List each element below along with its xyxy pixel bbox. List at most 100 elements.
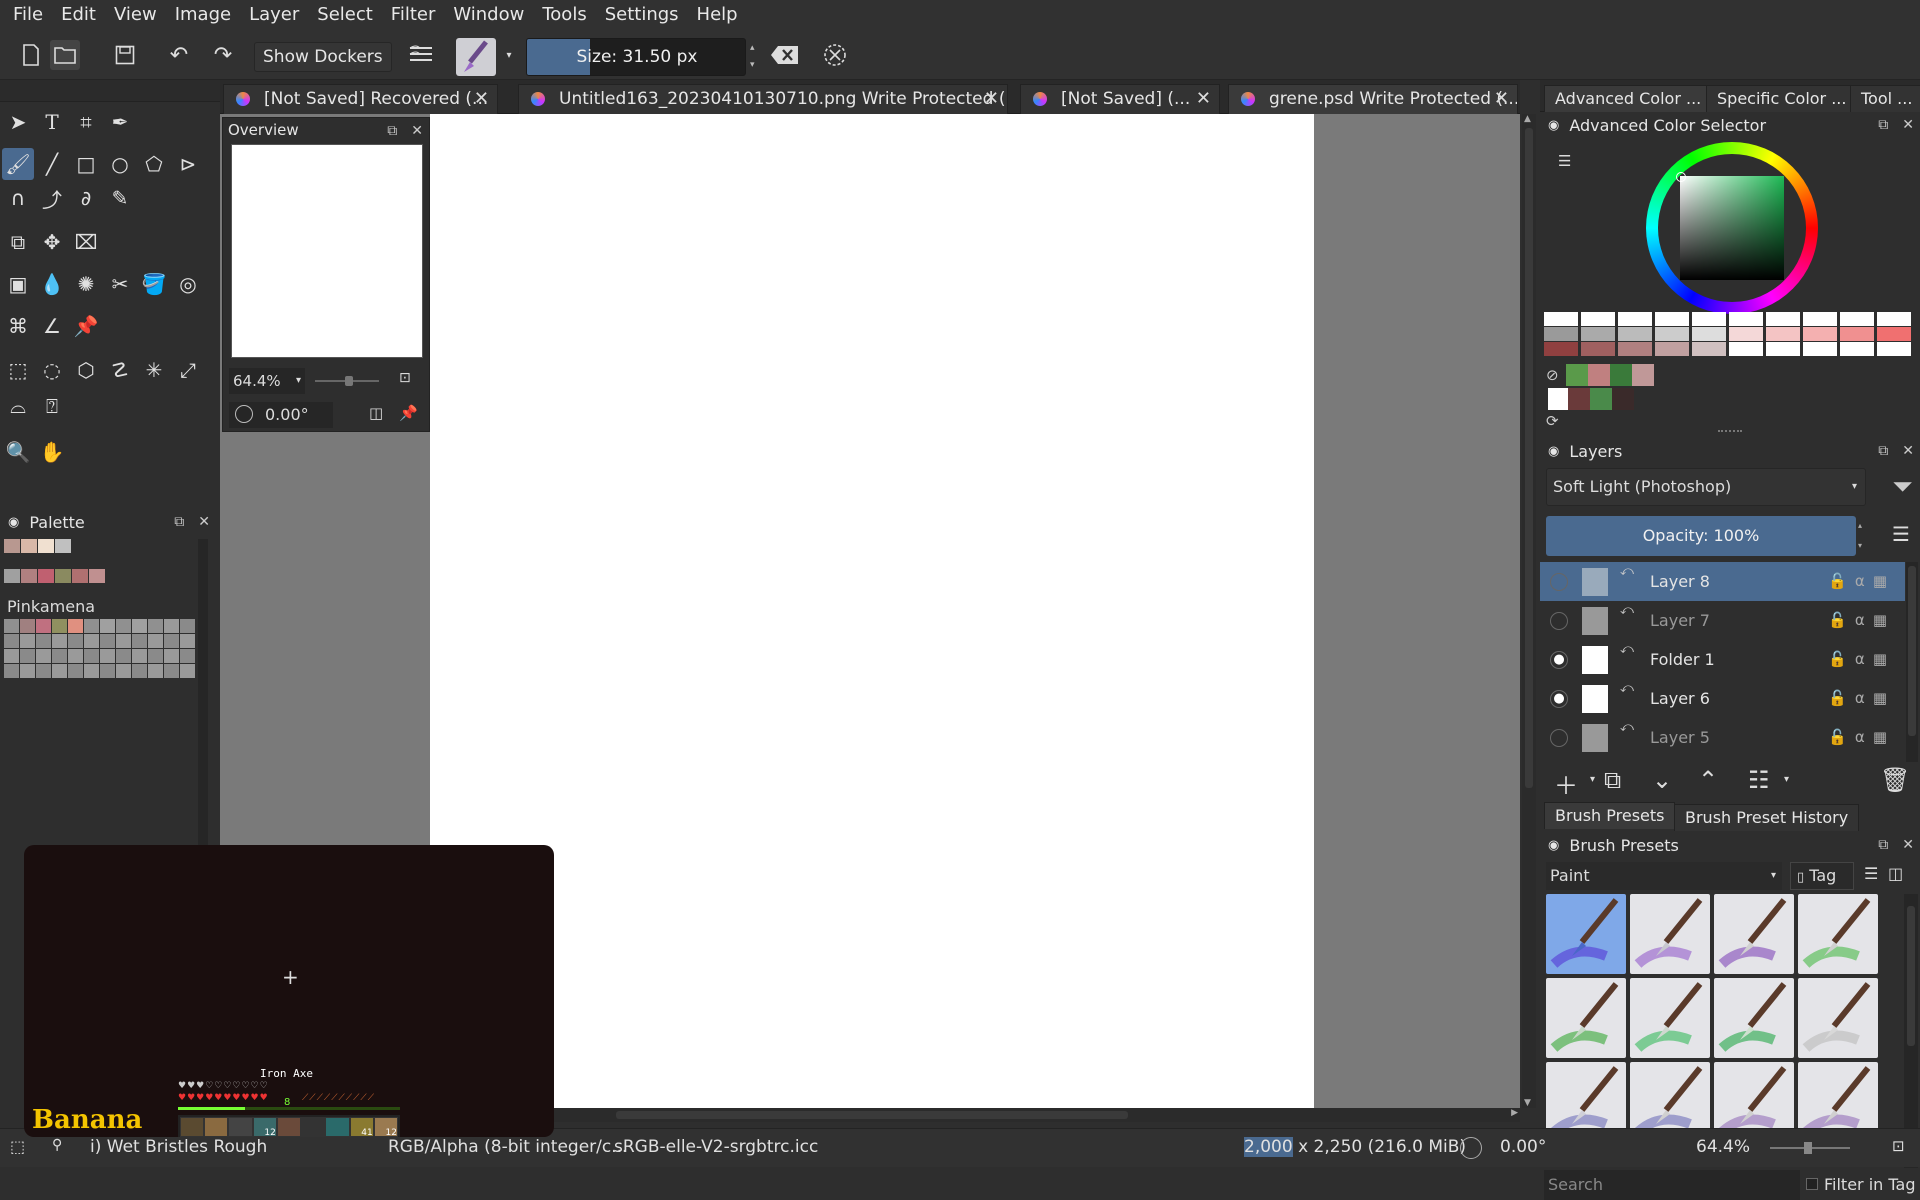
tab-advanced-color[interactable]: Advanced Color ... [1544, 85, 1713, 112]
tab-not-saved[interactable]: [Not Saved] (... ✕ [1020, 84, 1220, 114]
palette-swatch[interactable] [68, 634, 83, 648]
close-tab-icon[interactable]: ✕ [1196, 85, 1211, 113]
close-tab-icon[interactable]: ✕ [984, 85, 999, 113]
shade-swatch[interactable] [1729, 312, 1763, 326]
color-selector-settings-icon[interactable]: ☰ [1558, 152, 1571, 170]
shade-swatch[interactable] [1692, 312, 1726, 326]
elliptical-selection-tool-icon[interactable]: ◌ [36, 354, 68, 386]
palette-swatch[interactable] [52, 619, 67, 633]
palette-swatch[interactable] [20, 634, 35, 648]
scroll-up-icon[interactable]: ▲ [1524, 114, 1531, 124]
contiguous-selection-tool-icon[interactable]: ✳ [138, 354, 170, 386]
palette-swatch[interactable] [148, 619, 163, 633]
palette-swatch[interactable] [4, 634, 19, 648]
lock-icon[interactable]: ◉ [1548, 444, 1559, 459]
palette-swatch[interactable] [21, 569, 37, 583]
shade-swatch[interactable] [1581, 342, 1615, 356]
brush-preset-icon[interactable] [1798, 894, 1878, 974]
bezier-selection-tool-icon[interactable]: ⌓ [2, 390, 34, 422]
rotation-field[interactable]: 0.00° [229, 402, 333, 428]
palette-swatch[interactable] [164, 619, 179, 633]
palette-swatch[interactable] [100, 619, 115, 633]
shade-swatch[interactable] [1581, 327, 1615, 341]
palette-swatch[interactable] [84, 664, 99, 678]
shade-swatch[interactable] [1655, 342, 1689, 356]
chevron-down-icon[interactable]: ▾ [1590, 774, 1595, 785]
shade-swatch[interactable] [1877, 327, 1911, 341]
overview-zoom-select[interactable]: 64.4% ▾ [229, 368, 305, 394]
shade-swatch[interactable] [1803, 312, 1837, 326]
eye-icon[interactable]: ● [1550, 690, 1568, 708]
layer-list-scrollbar[interactable] [1906, 562, 1918, 762]
palette-swatch[interactable] [52, 664, 67, 678]
canvas-vertical-scrollbar[interactable]: ▲ ▼ [1522, 114, 1536, 1108]
palette-swatch[interactable] [4, 619, 19, 633]
new-document-icon[interactable] [16, 40, 46, 70]
move-layer-up-icon[interactable]: ⌃ [1698, 766, 1718, 794]
brush-preset-icon[interactable] [1798, 978, 1878, 1058]
video-overlay[interactable]: + Iron Axe ♥♥♥♡♡♡♡♡♡♡ ♥♥♥♥♥♥♥♥♥♥ ⟋⟋⟋⟋⟋⟋⟋… [24, 845, 554, 1137]
color-picker-tool-icon[interactable]: 💧 [36, 268, 68, 300]
shade-swatch[interactable] [1655, 327, 1689, 341]
palette-swatch[interactable] [68, 619, 83, 633]
brush-preset-icon[interactable] [1546, 894, 1626, 974]
eye-hidden-icon[interactable] [1550, 729, 1568, 747]
brush-preset-icon[interactable] [1714, 894, 1794, 974]
recent-color-swatch[interactable] [1588, 364, 1610, 386]
shade-swatch[interactable] [1544, 342, 1578, 356]
tab-tool-options[interactable]: Tool ... [1850, 85, 1920, 112]
saturation-value-square[interactable] [1680, 176, 1784, 280]
layer-row[interactable]: ⤺ Layer 8 🔓α▦ [1540, 562, 1905, 601]
brush-size-slider[interactable]: Size: 31.50 px [526, 38, 746, 76]
rotation-dial-icon[interactable] [1460, 1137, 1482, 1159]
eye-icon[interactable]: ● [1550, 651, 1568, 669]
palette-swatch[interactable] [100, 634, 115, 648]
overview-thumbnail[interactable] [231, 144, 423, 358]
recent-colors[interactable] [1540, 364, 1740, 410]
close-tab-icon[interactable]: ✕ [474, 85, 489, 113]
brush-preset-icon[interactable] [1630, 894, 1710, 974]
overview-zoom-slider[interactable] [315, 376, 379, 386]
tab-grene-psd[interactable]: grene.psd Write Protected (... ✕ [1228, 84, 1518, 114]
move-tool-icon[interactable]: ✥ [36, 226, 68, 258]
rectangular-selection-tool-icon[interactable]: ⬚ [2, 354, 34, 386]
undo-icon[interactable]: ↶ [164, 40, 194, 70]
menu-tools[interactable]: Tools [533, 0, 595, 30]
text-tool-icon[interactable]: T [36, 106, 68, 138]
brush-search-input[interactable]: Search [1544, 1170, 1800, 1200]
float-icon[interactable]: ⧉ [1878, 438, 1888, 464]
palette-swatch[interactable] [4, 664, 19, 678]
shade-swatch[interactable] [1840, 327, 1874, 341]
layer-properties-icon[interactable]: ☷ [1748, 766, 1770, 794]
fullscreen-icon[interactable]: ⊡ [1892, 1137, 1905, 1155]
palette-swatch[interactable] [68, 649, 83, 663]
palette-swatch[interactable] [180, 664, 195, 678]
filter-in-tag-checkbox[interactable]: Filter in Tag [1806, 1170, 1915, 1200]
ellipse-tool-icon[interactable]: ○ [104, 148, 136, 180]
shade-swatch[interactable] [1729, 342, 1763, 356]
shade-swatch[interactable] [1766, 342, 1800, 356]
similar-selection-tool-icon[interactable]: ⤢ [172, 354, 204, 386]
bezier-tool-icon[interactable]: ∩ [2, 182, 34, 214]
shade-swatch[interactable] [1729, 327, 1763, 341]
shade-swatch[interactable] [1618, 342, 1652, 356]
palette-swatch[interactable] [20, 664, 35, 678]
palette-swatch[interactable] [36, 664, 51, 678]
canvas-horizontal-scrollbar[interactable]: ▶ [430, 1108, 1520, 1122]
delete-layer-icon[interactable]: 🗑 [1880, 766, 1910, 794]
palette-swatch[interactable] [21, 539, 37, 553]
layer-row[interactable]: ⤺ Layer 7 🔓α▦ [1540, 601, 1905, 640]
layer-lock-alpha-icons[interactable]: 🔓α▦ [1828, 718, 1895, 757]
polygonal-selection-tool-icon[interactable]: ⬡ [70, 354, 102, 386]
layer-filter-icon[interactable]: ⏷ [1892, 472, 1913, 503]
brush-preset-icon[interactable] [1546, 978, 1626, 1058]
dynamic-brush-tool-icon[interactable]: ∂ [70, 182, 102, 214]
shade-swatch[interactable] [1581, 312, 1615, 326]
clear-eraser-icon[interactable] [770, 40, 800, 70]
shade-swatch[interactable] [1692, 327, 1726, 341]
palette-swatch[interactable] [116, 649, 131, 663]
zoom-tool-icon[interactable]: 🔍 [2, 436, 34, 468]
palette-swatch[interactable] [148, 649, 163, 663]
pin-icon[interactable]: 📌 [399, 404, 418, 422]
float-icon[interactable]: ⧉ [1878, 112, 1888, 138]
